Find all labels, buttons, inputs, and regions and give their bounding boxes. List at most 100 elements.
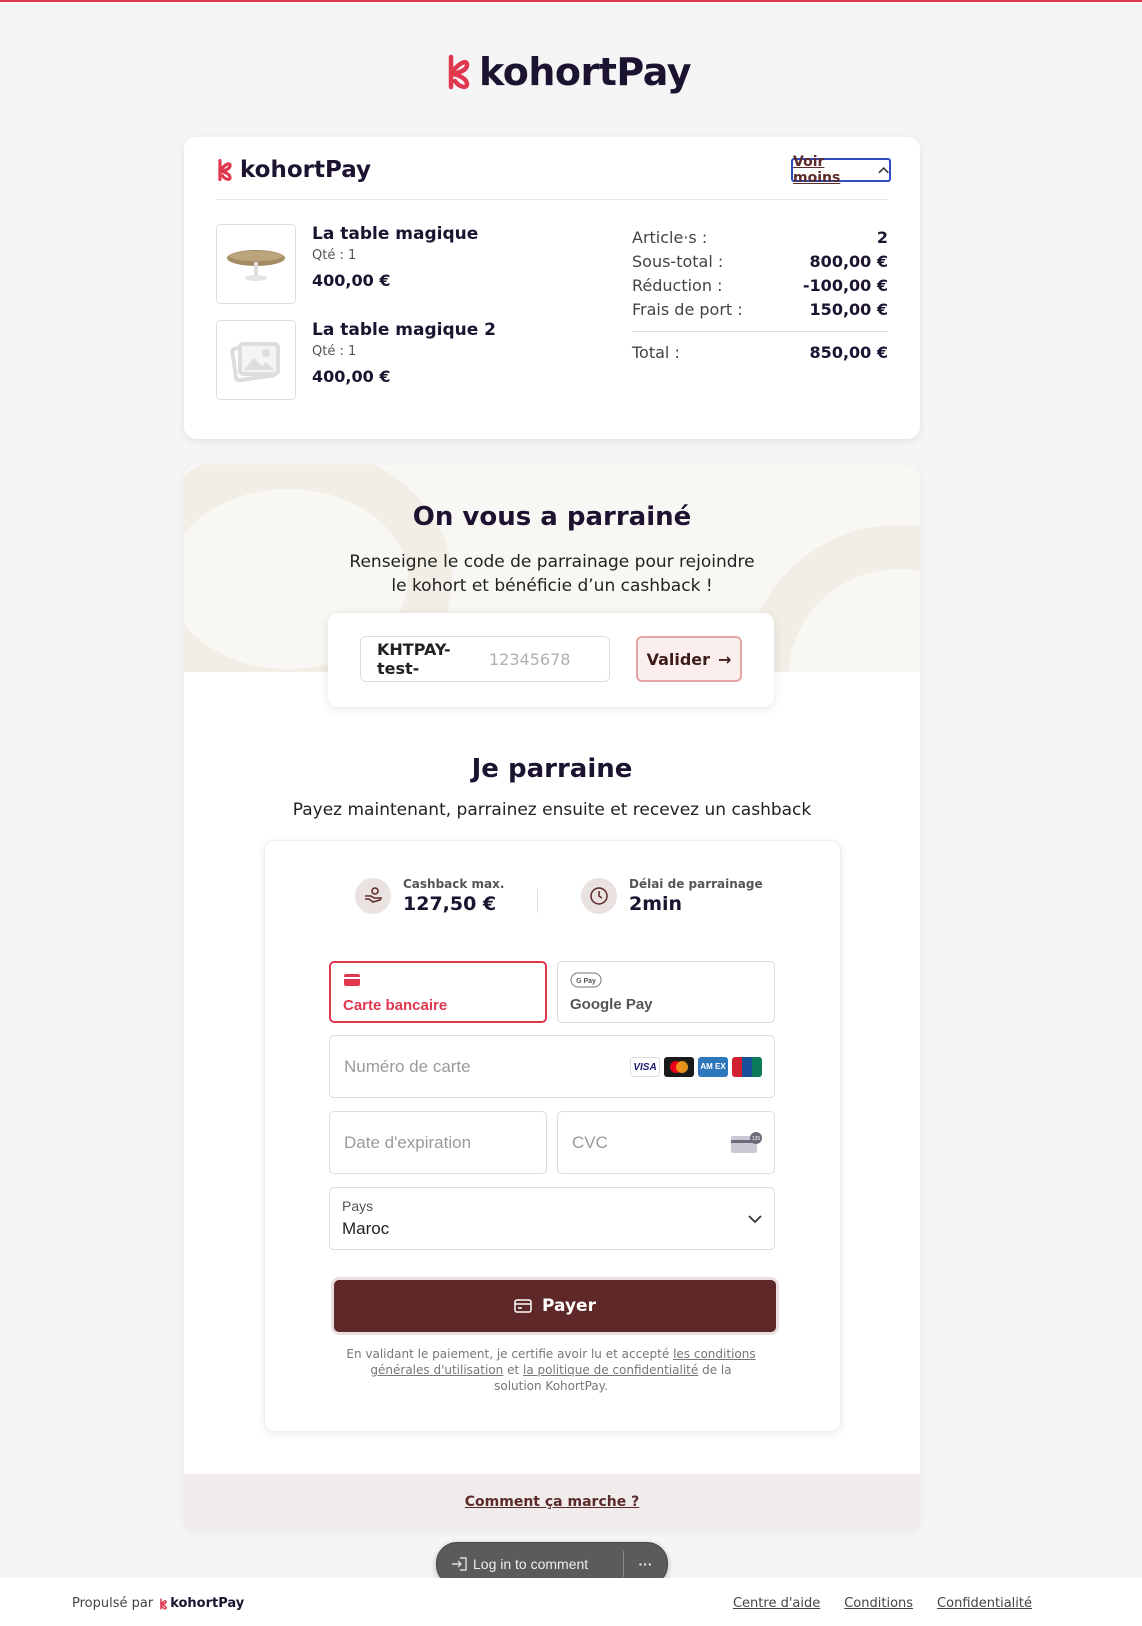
- privacy-footer-link[interactable]: Confidentialité: [937, 1596, 1032, 1611]
- legal-notice: En validant le paiement, je certifie avo…: [345, 1346, 757, 1394]
- table-image-icon: [227, 250, 285, 281]
- cashback-icon: [355, 878, 391, 914]
- referral-code-box: KHTPAY-test- Valider →: [328, 613, 774, 707]
- total-label: Total :: [632, 342, 680, 362]
- card-brand-logos: VISA AM EX: [630, 1057, 762, 1077]
- cvc-input[interactable]: [570, 1132, 714, 1154]
- image-placeholder-icon: [230, 341, 280, 383]
- totals-row: Réduction : -100,00 €: [632, 273, 888, 297]
- referral-code-field[interactable]: KHTPAY-test-: [360, 636, 610, 682]
- powered-by-label: Propulsé par: [72, 1596, 154, 1611]
- validate-label: Valider: [646, 649, 711, 669]
- product-image-placeholder: [216, 320, 296, 400]
- terms-footer-link[interactable]: Conditions: [844, 1596, 913, 1611]
- totals-value: 800,00 €: [809, 251, 888, 271]
- total-value: 850,00 €: [809, 342, 888, 362]
- svg-text:G Pay: G Pay: [576, 978, 596, 985]
- product-image: [216, 224, 296, 304]
- country-select[interactable]: Pays Maroc: [329, 1187, 775, 1250]
- stat-divider: [537, 889, 538, 913]
- referral-payment-panel: On vous a parrainé Renseigne le code de …: [184, 465, 920, 1530]
- product-qty: Qté : 1: [312, 344, 357, 359]
- expiry-input[interactable]: [342, 1132, 546, 1154]
- product-qty: Qté : 1: [312, 248, 357, 263]
- country-label: Pays: [342, 1198, 374, 1214]
- login-to-comment-button[interactable]: Log in to comment: [437, 1556, 623, 1572]
- legal-text: et: [503, 1363, 523, 1377]
- card-number-field[interactable]: VISA AM EX: [329, 1035, 775, 1098]
- card-kohortpay-logo: kohortPay: [216, 157, 371, 183]
- help-center-link[interactable]: Centre d'aide: [733, 1596, 820, 1611]
- tab-carte-bancaire[interactable]: Carte bancaire: [329, 961, 547, 1023]
- order-item: La table magique Qté : 1 400,00 €: [216, 224, 478, 304]
- grand-total-row: Total : 850,00 €: [632, 340, 888, 364]
- logo-text: kohortPay: [479, 50, 692, 94]
- payment-card: Cashback max. 127,50 € Délai de parraina…: [264, 840, 841, 1432]
- kohortpay-k-icon: [160, 1597, 168, 1610]
- kohortpay-logo: kohortPay: [445, 50, 692, 94]
- legal-text: En validant le paiement, je certifie avo…: [346, 1347, 674, 1361]
- country-value: Maroc: [342, 1219, 390, 1238]
- unionpay-icon: [732, 1057, 762, 1077]
- referral-subtitle-line1: Renseigne le code de parrainage pour rej…: [349, 552, 755, 572]
- cashback-label: Cashback max.: [403, 877, 505, 891]
- pay-button[interactable]: Payer: [331, 1277, 779, 1335]
- totals-value: 2: [876, 227, 888, 247]
- referral-code-input[interactable]: [485, 649, 609, 669]
- logo-text: kohortPay: [170, 1596, 245, 1611]
- totals-label: Frais de port :: [632, 299, 743, 319]
- delay-value: 2min: [629, 893, 683, 915]
- page-footer: Propulsé par kohortPay Centre d'aide Con…: [0, 1578, 1142, 1626]
- cvc-field[interactable]: 135: [557, 1111, 775, 1174]
- top-accent-line: [0, 0, 1142, 2]
- product-name: La table magique 2: [312, 320, 496, 340]
- google-pay-icon: G Pay: [570, 972, 602, 988]
- credit-card-icon: [344, 974, 360, 986]
- cvc-card-icon: 135: [731, 1132, 762, 1153]
- product-price: 400,00 €: [312, 271, 391, 290]
- login-icon: [452, 1557, 467, 1571]
- svg-text:135: 135: [752, 1136, 761, 1142]
- visa-icon: VISA: [630, 1057, 660, 1077]
- product-price: 400,00 €: [312, 367, 391, 386]
- totals-label: Article·s :: [632, 227, 708, 247]
- kohortpay-k-icon: [218, 158, 232, 182]
- how-it-works-bar: Comment ça marche ?: [184, 1474, 920, 1530]
- tab-label: Carte bancaire: [343, 997, 448, 1014]
- more-options-button[interactable]: ···: [624, 1556, 667, 1572]
- card-divider: [216, 199, 888, 200]
- totals-row: Article·s : 2: [632, 225, 888, 249]
- footer-links: Centre d'aide Conditions Confidentialité: [733, 1596, 1032, 1611]
- referral-title: On vous a parrainé: [412, 502, 692, 532]
- footer-kohortpay-logo: kohortPay: [159, 1596, 244, 1611]
- sponsor-subtitle: Payez maintenant, parrainez ensuite et r…: [292, 800, 812, 820]
- totals-value: 150,00 €: [809, 299, 888, 319]
- order-item: La table magique 2 Qté : 1 400,00 €: [216, 320, 496, 400]
- login-label: Log in to comment: [473, 1556, 589, 1572]
- kohortpay-k-icon: [448, 54, 470, 90]
- tab-label: Google Pay: [570, 996, 653, 1013]
- totals-label: Sous-total :: [632, 251, 724, 271]
- logo-text: kohortPay: [240, 157, 372, 183]
- card-number-input[interactable]: [342, 1056, 546, 1078]
- tab-google-pay[interactable]: G Pay Google Pay: [557, 961, 775, 1023]
- totals-row: Frais de port : 150,00 €: [632, 297, 888, 321]
- mastercard-icon: [664, 1057, 694, 1077]
- credit-card-icon: [514, 1299, 532, 1313]
- cashback-value: 127,50 €: [403, 893, 497, 915]
- voir-moins-toggle[interactable]: Voir moins: [791, 154, 891, 186]
- expiry-field[interactable]: [329, 1111, 547, 1174]
- referral-code-prefix: KHTPAY-test-: [377, 640, 451, 678]
- pay-label: Payer: [542, 1296, 596, 1316]
- chevron-up-icon: [878, 167, 889, 174]
- privacy-link[interactable]: la politique de confidentialité: [523, 1363, 698, 1377]
- cashback-stat: Cashback max. 127,50 €: [355, 877, 504, 915]
- delay-label: Délai de parrainage: [629, 877, 763, 891]
- how-it-works-link[interactable]: Comment ça marche ?: [465, 1494, 639, 1510]
- totals-value: -100,00 €: [802, 275, 888, 295]
- referral-subtitle-line2: le kohort et bénéficie d’un cashback !: [391, 576, 713, 596]
- sponsor-title: Je parraine: [471, 754, 633, 784]
- clock-icon: [581, 878, 617, 914]
- totals-divider: [632, 331, 888, 332]
- validate-button[interactable]: Valider →: [636, 636, 742, 682]
